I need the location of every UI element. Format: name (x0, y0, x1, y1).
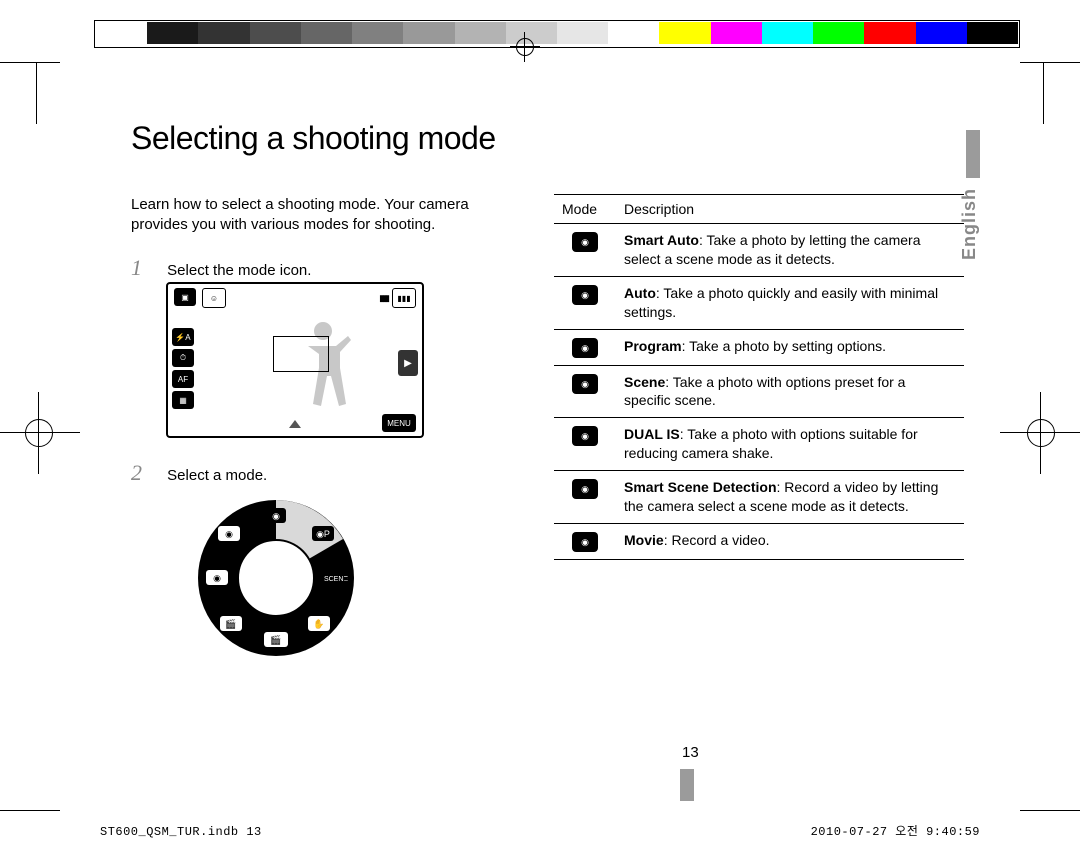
crop-line (1020, 62, 1080, 63)
af-off-icon: AF (172, 370, 194, 388)
step-text: Select a mode. (167, 467, 267, 484)
portrait-icon: ☺ (202, 288, 226, 308)
timer-icon: ⏱ (172, 349, 194, 367)
camera-icon: ▣ (174, 288, 196, 306)
camera-lcd-mockup: ▣ ☺ ▮▮▮ ▮▮▮ ⚡A ⏱ AF ▦ ▶ MENU (166, 282, 424, 438)
crop-line (36, 62, 37, 124)
footer-filename: ST600_QSM_TUR.indb 13 (100, 825, 262, 839)
page: Selecting a shooting mode Learn how to s… (0, 0, 1080, 851)
menu-button: MENU (382, 414, 416, 432)
svg-text:✋: ✋ (313, 618, 324, 629)
step-2: 2 Select a mode. (131, 460, 267, 486)
crop-line (1043, 62, 1044, 124)
step-number: 1 (131, 255, 149, 281)
smart-scene-detection-icon: ◉ (572, 479, 598, 499)
mode-description: Smart Scene Detection: Record a video by… (616, 471, 964, 524)
mode-description-table: Mode Description ◉ Smart Auto: Take a pho… (554, 194, 964, 560)
svg-text:🎬: 🎬 (270, 634, 281, 645)
crop-line (0, 810, 60, 811)
print-colorbar (96, 22, 1018, 44)
table-header-mode: Mode (554, 195, 616, 224)
smart-auto-icon: ◉ (572, 232, 598, 252)
battery-icon: ▮▮▮ (392, 288, 416, 308)
table-row: ◉ Program: Take a photo by setting option… (554, 329, 964, 365)
page-title: Selecting a shooting mode (131, 120, 496, 157)
mode-description: Auto: Take a photo quickly and easily wi… (616, 276, 964, 329)
arrow-up-icon (289, 420, 301, 428)
footer-timestamp: 2010-07-27 오전 9:40:59 (811, 822, 980, 839)
mode-description: Movie: Record a video. (616, 523, 964, 559)
mode-description: Scene: Take a photo with options preset … (616, 365, 964, 418)
step-number: 2 (131, 460, 149, 486)
program-icon: ◉ (572, 338, 598, 358)
lcd-bottom-row: MENU (168, 414, 422, 432)
lcd-side-icons: ⚡A ⏱ AF ▦ (172, 328, 194, 409)
auto-icon: ◉ (572, 285, 598, 305)
mode-description: Program: Take a photo by setting options… (616, 329, 964, 365)
table-row: ◉ Movie: Record a video. (554, 523, 964, 559)
intro-text: Learn how to select a shooting mode. You… (131, 195, 501, 236)
svg-text:▸: ▸ (344, 573, 349, 583)
display-icon: ▦ (172, 391, 194, 409)
registration-mark-top (510, 32, 540, 62)
svg-text:◉: ◉ (213, 573, 221, 583)
mode-description: DUAL IS: Take a photo with options suita… (616, 418, 964, 471)
crop-line (1020, 810, 1080, 811)
registration-mark-right (1018, 410, 1064, 456)
svg-text:◉P: ◉P (316, 529, 330, 539)
svg-text:🎬: 🎬 (225, 618, 236, 629)
mode-dial: ◉ ◉P SCENE ▸ ✋ 🎬 🎬 ◉ ◉ (196, 498, 356, 658)
play-icon: ▶ (398, 350, 418, 376)
page-number: 13 (682, 744, 699, 761)
flash-auto-icon: ⚡A (172, 328, 194, 346)
dual-is-icon: ◉ (572, 426, 598, 446)
mode-description: Smart Auto: Take a photo by letting the … (616, 224, 964, 277)
registration-mark-left (16, 410, 62, 456)
lcd-top-right: ▮▮▮ ▮▮▮ (379, 288, 416, 308)
svg-text:◉: ◉ (272, 511, 280, 521)
table-header-description: Description (616, 195, 964, 224)
table-row: ◉ DUAL IS: Take a photo with options suit… (554, 418, 964, 471)
lcd-top-icons: ▣ ☺ (174, 288, 226, 308)
scene-icon: ◉ (572, 374, 598, 394)
table-row: ◉ Scene: Take a photo with options preset… (554, 365, 964, 418)
step-1: 1 Select the mode icon. (131, 255, 311, 281)
svg-text:◉: ◉ (225, 529, 233, 539)
table-row: ◉ Smart Auto: Take a photo by letting the… (554, 224, 964, 277)
movie-icon: ◉ (572, 532, 598, 552)
page-number-bar (680, 769, 694, 801)
crop-line (0, 62, 60, 63)
step-text: Select the mode icon. (167, 262, 311, 279)
language-tab-bar (966, 130, 980, 178)
table-row: ◉ Smart Scene Detection: Record a video b… (554, 471, 964, 524)
focus-frame (273, 336, 329, 372)
signal-icon: ▮▮▮ (379, 293, 388, 304)
table-row: ◉ Auto: Take a photo quickly and easily w… (554, 276, 964, 329)
